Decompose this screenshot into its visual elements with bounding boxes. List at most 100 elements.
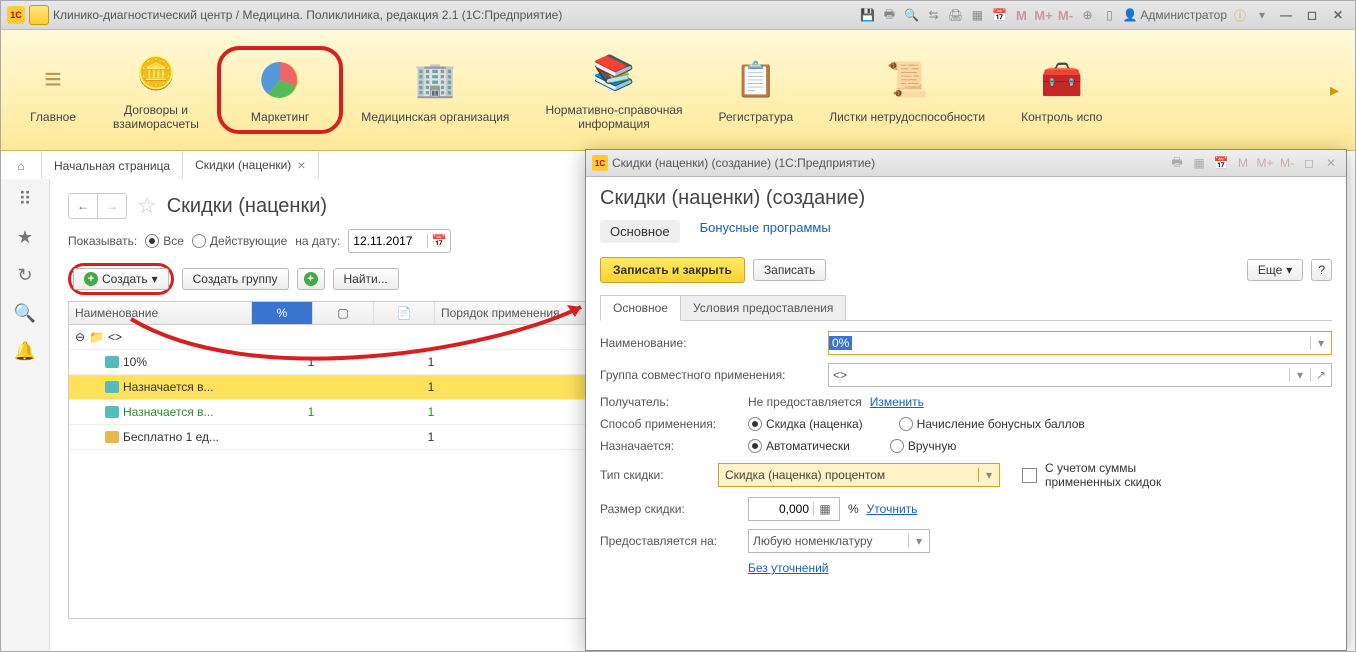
forward-button[interactable]: → — [98, 194, 126, 218]
no-refinements-link[interactable]: Без уточнений — [748, 561, 828, 575]
group-input[interactable]: <>▾↗ — [828, 363, 1332, 387]
tab-close-icon[interactable]: × — [297, 157, 305, 173]
radio-all[interactable]: Все — [145, 234, 184, 248]
tab-discounts[interactable]: Скидки (наценки) × — [183, 151, 318, 181]
provides-select[interactable]: Любую номенклатуру▾ — [748, 529, 930, 553]
name-field[interactable] — [852, 336, 1310, 350]
calendar-picker-icon[interactable]: 📅 — [427, 234, 450, 248]
nav-main[interactable]: ≡ Главное — [11, 50, 95, 130]
dialog-restore-button[interactable]: ◻ — [1300, 155, 1318, 171]
titlebar-menu-dropdown[interactable] — [29, 5, 49, 25]
print2-icon[interactable]: 🖨 — [946, 6, 964, 24]
compare-icon[interactable]: ⇆ — [924, 6, 942, 24]
m-plus-icon[interactable]: M+ — [1256, 155, 1274, 171]
maximize-button[interactable]: ◻ — [1301, 6, 1323, 24]
item-icon — [105, 406, 119, 418]
m-icon[interactable]: M — [1234, 155, 1252, 171]
books-icon: 📚 — [590, 49, 638, 97]
name-input[interactable]: 0%▾ — [828, 331, 1332, 355]
create-group-button[interactable]: Создать группу — [182, 268, 289, 290]
dialog-titlebar: 1C Скидки (наценки) (создание) (1С:Предп… — [586, 150, 1346, 177]
nav-medorg[interactable]: 🏢 Медицинская организация — [343, 50, 527, 130]
nav-marketing[interactable]: Маркетинг — [217, 46, 343, 134]
print-icon[interactable]: 🖶 — [1168, 155, 1186, 171]
save-close-button[interactable]: Записать и закрыть — [600, 257, 745, 283]
user-label[interactable]: 👤 Администратор — [1122, 8, 1227, 22]
change-link[interactable]: Изменить — [870, 395, 924, 409]
type-select[interactable]: Скидка (наценка) процентом▾ — [718, 463, 1000, 487]
back-button[interactable]: ← — [69, 194, 98, 218]
dropdown-icon[interactable]: ▾ — [1289, 368, 1310, 382]
subtab-conditions[interactable]: Условия предоставления — [680, 295, 846, 320]
radio-active[interactable]: Действующие — [192, 234, 287, 248]
radio-auto[interactable]: Автоматически — [748, 439, 850, 453]
copy-button[interactable]: + — [297, 268, 325, 290]
tab-home-icon[interactable]: ⌂ — [1, 151, 42, 181]
history-icon[interactable]: ↻ — [15, 265, 35, 285]
radio-manual[interactable]: Вручную — [890, 439, 956, 453]
radio-discount[interactable]: Скидка (наценка) — [748, 417, 863, 431]
favorite-star-icon[interactable]: ☆ — [137, 193, 157, 219]
dlg-tab-bonus[interactable]: Бонусные программы — [700, 220, 831, 243]
m-minus-icon[interactable]: M- — [1056, 6, 1074, 24]
dropdown-icon[interactable]: ▾ — [908, 534, 929, 548]
create-button[interactable]: +Создать ▾ — [73, 268, 169, 290]
dialog-close-button[interactable]: ✕ — [1322, 155, 1340, 171]
refine-link[interactable]: Уточнить — [867, 502, 918, 516]
help-button[interactable]: ? — [1311, 259, 1332, 281]
collapse-icon[interactable]: ⊖ — [75, 330, 85, 344]
size-input[interactable]: ▦ — [748, 497, 840, 521]
m-plus-icon[interactable]: M+ — [1034, 6, 1052, 24]
nav-registry[interactable]: 📋 Регистратура — [701, 50, 812, 130]
favorite-icon[interactable]: ★ — [15, 227, 35, 247]
m-minus-icon[interactable]: M- — [1278, 155, 1296, 171]
calc-icon[interactable]: ▦ — [1190, 155, 1208, 171]
dropdown-icon[interactable]: ▾ — [1310, 336, 1331, 350]
search-sidebar-icon[interactable]: 🔍 — [15, 303, 35, 323]
calc-icon[interactable]: ▦ — [813, 502, 836, 516]
date-input[interactable]: 📅 — [348, 229, 451, 253]
dropdown-icon[interactable]: ▾ — [978, 468, 999, 482]
preview-icon[interactable]: 🔍 — [902, 6, 920, 24]
nav-sickleave[interactable]: 📜 Листки нетрудоспособности — [811, 50, 1003, 130]
size-field[interactable] — [749, 502, 813, 516]
subtab-main[interactable]: Основное — [600, 295, 681, 321]
save-icon[interactable]: 💾 — [858, 6, 876, 24]
save-button[interactable]: Записать — [753, 259, 826, 281]
radio-dot-icon — [899, 417, 913, 431]
calendar-icon[interactable]: 📅 — [990, 6, 1008, 24]
label-assign: Назначается: — [600, 439, 740, 453]
col-icon1[interactable]: % — [252, 302, 313, 324]
dlg-more-button[interactable]: Еще ▾ — [1247, 259, 1303, 281]
col-name[interactable]: Наименование — [69, 302, 252, 324]
notifications-icon[interactable]: 🔔 — [15, 341, 35, 361]
dlg-tab-main[interactable]: Основное — [600, 220, 680, 243]
info-dropdown-icon[interactable]: ▾ — [1253, 6, 1271, 24]
show-label: Показывать: — [68, 234, 137, 248]
radio-bonus[interactable]: Начисление бонусных баллов — [899, 417, 1085, 431]
date-field[interactable] — [349, 234, 427, 248]
close-button[interactable]: ✕ — [1327, 6, 1349, 24]
calc-icon[interactable]: ▦ — [968, 6, 986, 24]
nav-more-icon[interactable]: ▸ — [1324, 80, 1345, 101]
m-icon[interactable]: M — [1012, 6, 1030, 24]
calendar-icon[interactable]: 📅 — [1212, 155, 1230, 171]
app-logo: 1C — [7, 6, 25, 24]
col-icon2[interactable]: ▢ — [313, 302, 374, 324]
label-recipient: Получатель: — [600, 395, 740, 409]
panel-icon[interactable]: ▯ — [1100, 6, 1118, 24]
nav-contracts[interactable]: 🪙 Договоры и взаиморасчеты — [95, 43, 217, 137]
col-icon3[interactable]: 📄 — [374, 302, 435, 324]
minimize-button[interactable]: — — [1275, 6, 1297, 24]
info-icon[interactable]: ⓘ — [1231, 6, 1249, 24]
open-icon[interactable]: ↗ — [1310, 368, 1331, 382]
nav-reference[interactable]: 📚 Нормативно-справочная информация — [527, 43, 700, 137]
find-button[interactable]: Найти... — [333, 268, 399, 290]
nav-control[interactable]: 🧰 Контроль испо — [1003, 50, 1120, 130]
sum-checkbox[interactable] — [1022, 468, 1037, 483]
tab-start-page[interactable]: Начальная страница — [42, 151, 183, 181]
print-icon[interactable]: 🖶 — [880, 6, 898, 24]
zoom-icon[interactable]: ⊕ — [1078, 6, 1096, 24]
apps-icon[interactable]: ⠿ — [15, 189, 35, 209]
label-provides: Предоставляется на: — [600, 534, 740, 548]
